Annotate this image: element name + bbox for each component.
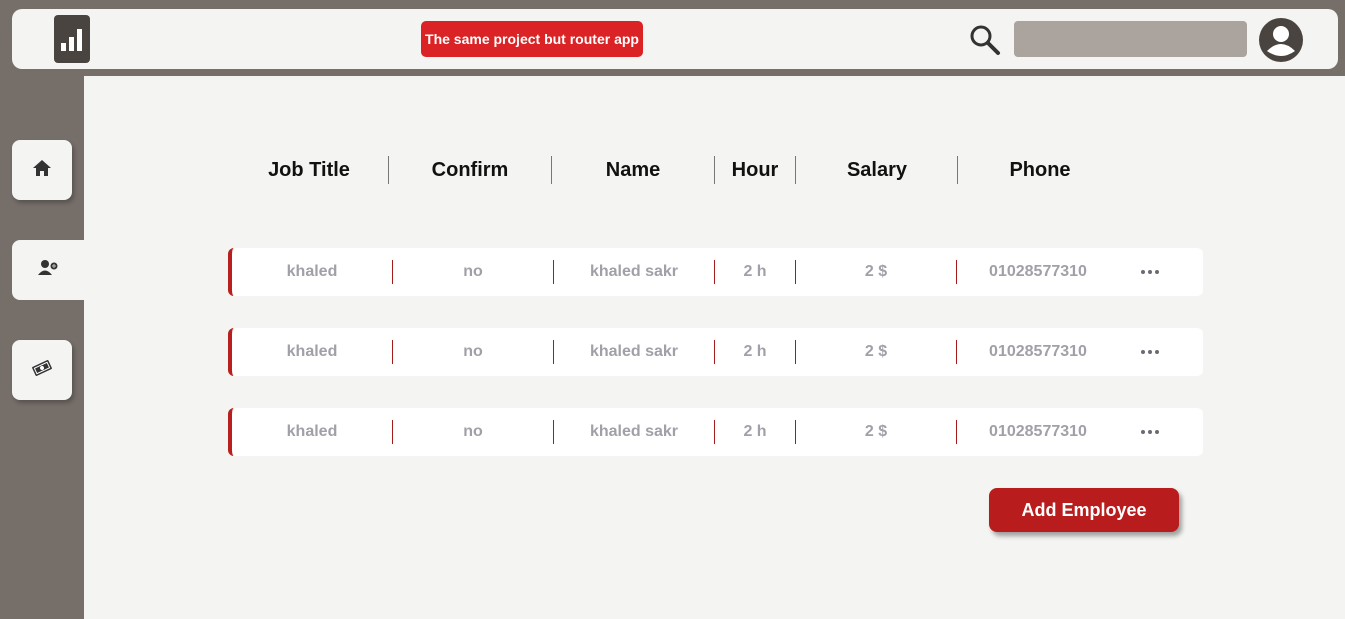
cell-confirm: no [463, 343, 483, 360]
header-divider [551, 156, 552, 184]
cell-confirm: no [463, 423, 483, 440]
table-header: Job Title Confirm Name Hour Salary Phone [230, 156, 1206, 184]
banner-button[interactable]: The same project but router app [421, 21, 643, 57]
cell-hour: 2 h [743, 343, 767, 360]
cell-name: khaled sakr [589, 343, 679, 360]
sidebar-item-employees[interactable] [12, 240, 84, 300]
search-input[interactable] [1014, 21, 1247, 57]
header-hour: Hour [731, 158, 779, 181]
header-name: Name [605, 158, 661, 181]
cell-job-title: khaled [286, 263, 338, 280]
cell-name: khaled sakr [589, 423, 679, 440]
sidebar-item-money[interactable] [12, 340, 72, 400]
cell-name: khaled sakr [589, 263, 679, 280]
cell-job-title: khaled [286, 343, 338, 360]
table-row[interactable]: khaled no khaled sakr 2 h 2 $ 0102857731… [228, 248, 1203, 296]
cell-phone: 01028577310 [989, 343, 1087, 360]
header-divider [957, 156, 958, 184]
user-avatar-icon[interactable] [1258, 17, 1304, 63]
employees-icon [37, 259, 59, 282]
table-row[interactable]: khaled no khaled sakr 2 h 2 $ 0102857731… [228, 328, 1203, 376]
bar-chart-icon[interactable] [54, 15, 90, 63]
cell-confirm: no [463, 263, 483, 280]
add-employee-button[interactable]: Add Employee [989, 488, 1179, 532]
cell-hour: 2 h [743, 423, 767, 440]
header-job-title: Job Title [268, 158, 350, 181]
header-confirm: Confirm [431, 158, 509, 181]
home-icon [32, 159, 52, 182]
header-divider [388, 156, 389, 184]
cell-salary: 2 $ [864, 343, 888, 360]
main-content: Job Title Confirm Name Hour Salary Phone… [84, 76, 1345, 619]
header-divider [714, 156, 715, 184]
more-options-icon[interactable] [1138, 260, 1162, 284]
table-row[interactable]: khaled no khaled sakr 2 h 2 $ 0102857731… [228, 408, 1203, 456]
header-salary: Salary [846, 158, 908, 181]
header-phone: Phone [1009, 158, 1071, 181]
sidebar [0, 70, 84, 619]
money-icon [31, 359, 53, 382]
search-icon[interactable] [968, 23, 1002, 57]
sidebar-item-home[interactable] [12, 140, 72, 200]
cell-hour: 2 h [743, 263, 767, 280]
cell-salary: 2 $ [864, 263, 888, 280]
more-options-icon[interactable] [1138, 420, 1162, 444]
top-bar: The same project but router app [12, 9, 1338, 69]
cell-salary: 2 $ [864, 423, 888, 440]
cell-job-title: khaled [286, 423, 338, 440]
cell-phone: 01028577310 [989, 423, 1087, 440]
header-divider [795, 156, 796, 184]
more-options-icon[interactable] [1138, 340, 1162, 364]
cell-phone: 01028577310 [989, 263, 1087, 280]
